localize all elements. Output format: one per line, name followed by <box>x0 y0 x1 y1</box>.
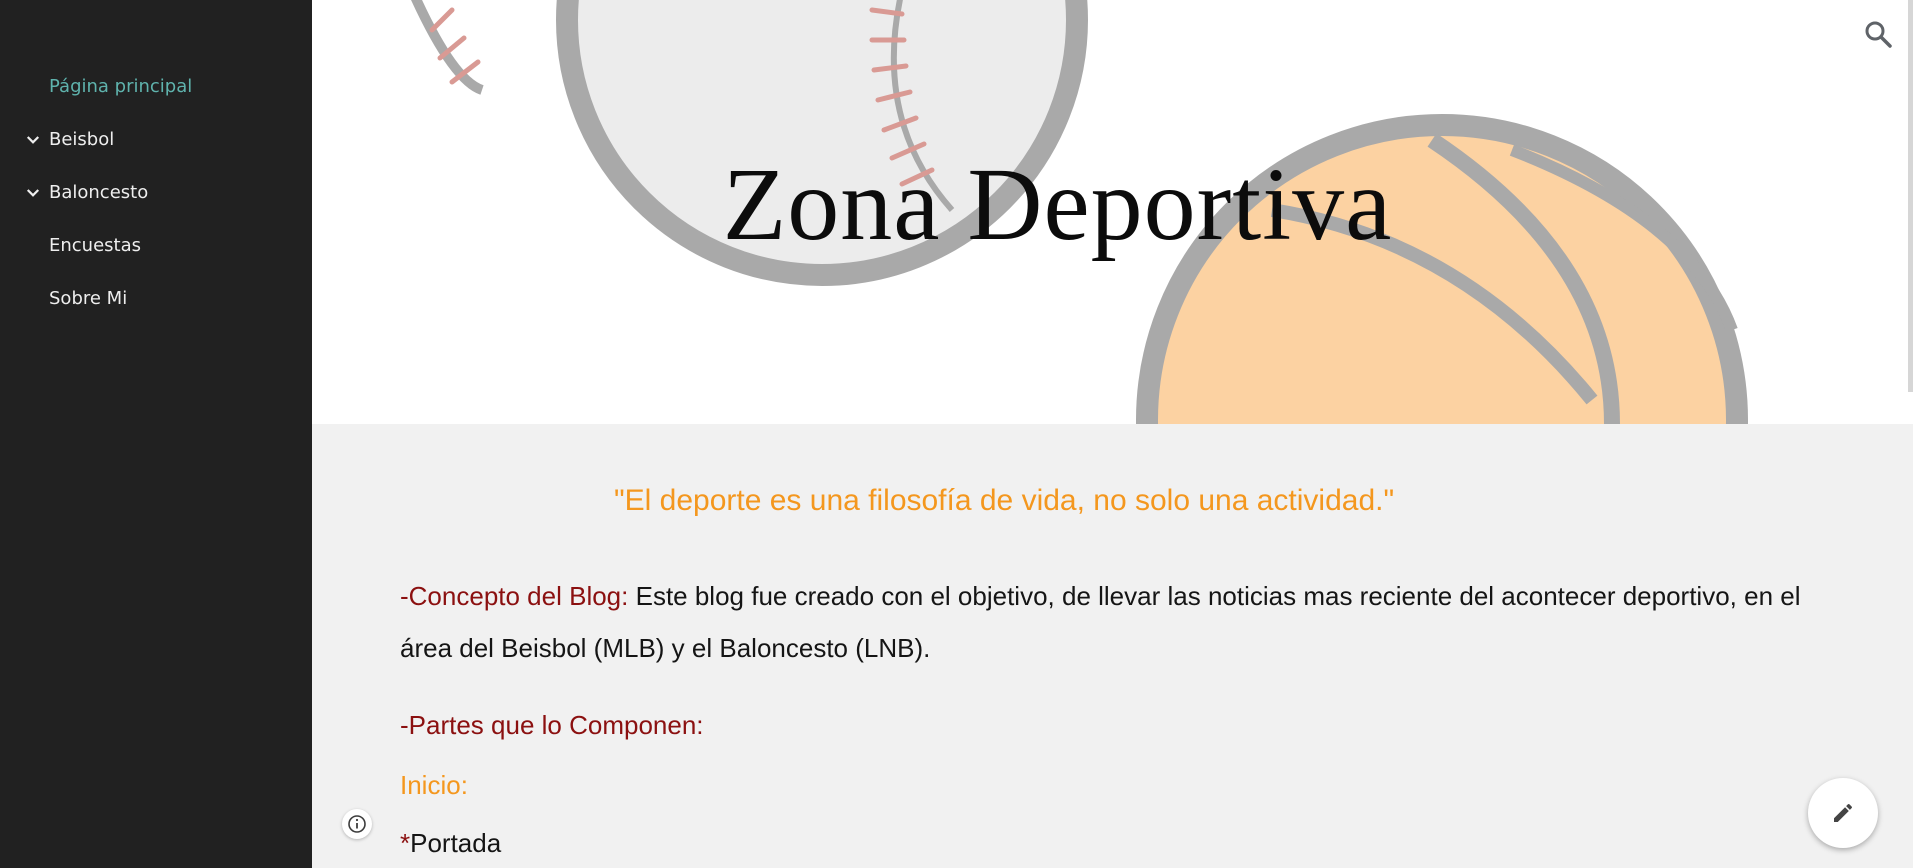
sidebar-item-pagina-principal[interactable]: Página principal <box>0 68 312 121</box>
parts-heading: -Partes que lo Componen: <box>400 710 704 740</box>
portada-label: Portada <box>410 828 502 858</box>
sidebar-item-sobre-mi[interactable]: Sobre Mi <box>0 280 312 333</box>
asterisk-mark: * <box>400 828 411 858</box>
site-title: Zona Deportiva <box>722 147 1393 262</box>
sidebar-nav: Página principal Beisbol Baloncesto Encu… <box>0 68 312 333</box>
search-icon[interactable] <box>1862 18 1894 50</box>
sidebar-item-label: Beisbol <box>49 129 115 150</box>
sidebar-item-baloncesto[interactable]: Baloncesto <box>0 174 312 227</box>
sidebar: Página principal Beisbol Baloncesto Encu… <box>0 0 312 868</box>
chevron-down-icon[interactable] <box>24 131 42 149</box>
chevron-down-icon[interactable] <box>24 184 42 202</box>
concept-label: -Concepto del Blog: <box>400 581 629 611</box>
main-content: "El deporte es una filosofía de vida, no… <box>312 424 1909 868</box>
sidebar-item-beisbol[interactable]: Beisbol <box>0 121 312 174</box>
page-scrollbar[interactable] <box>1908 0 1913 392</box>
info-button[interactable] <box>342 809 372 839</box>
header-banner: Zona Deportiva <box>312 0 1913 424</box>
sidebar-item-label: Baloncesto <box>49 182 149 203</box>
quote-text: "El deporte es una filosofía de vida, no… <box>614 484 1395 517</box>
sidebar-item-label: Sobre Mi <box>49 288 128 309</box>
concept-paragraph: -Concepto del Blog: Este blog fue creado… <box>400 570 1820 674</box>
edit-button[interactable] <box>1808 778 1878 848</box>
sidebar-item-label: Encuestas <box>49 235 142 256</box>
info-icon <box>348 815 366 833</box>
inicio-heading: Inicio: <box>400 770 468 800</box>
sidebar-item-label: Página principal <box>49 76 193 97</box>
sidebar-item-encuestas[interactable]: Encuestas <box>0 227 312 280</box>
pencil-icon <box>1834 803 1853 822</box>
portada-line: *Portada <box>400 828 501 859</box>
